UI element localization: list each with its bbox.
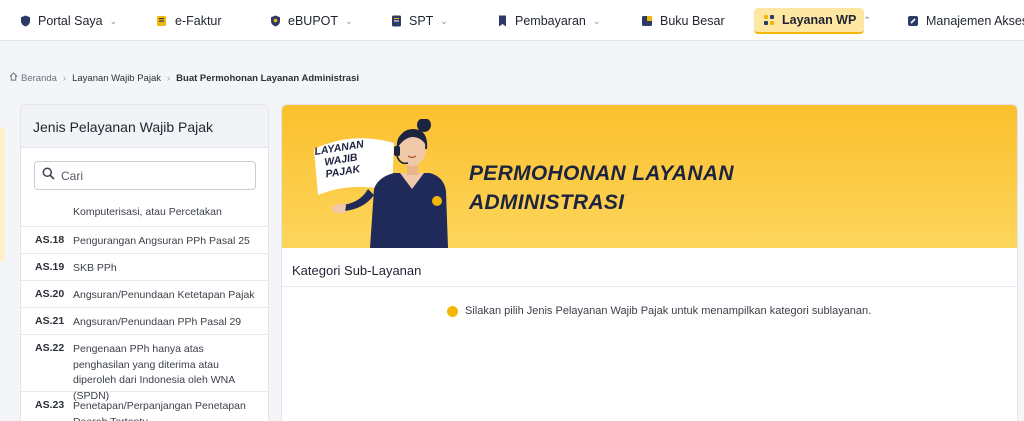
document-icon bbox=[390, 15, 402, 27]
list-item[interactable]: Komputerisasi, atau Percetakan bbox=[21, 197, 268, 227]
nav-buku-besar[interactable]: Buku Besar bbox=[632, 8, 734, 34]
info-text: Silakan pilih Jenis Pelayanan Wajib Paja… bbox=[465, 305, 872, 317]
panel-title: Jenis Pelayanan Wajib Pajak bbox=[21, 105, 268, 148]
search-icon bbox=[42, 167, 55, 185]
service-list: Komputerisasi, atau Percetakan AS.18 Pen… bbox=[21, 197, 268, 421]
chevron-down-icon: ⌄ bbox=[109, 15, 118, 26]
info-icon bbox=[447, 305, 458, 317]
service-type-panel: Jenis Pelayanan Wajib Pajak Komputerisas… bbox=[20, 104, 269, 421]
banner-title-line: ADMINISTRASI bbox=[469, 191, 625, 214]
nav-e-faktur[interactable]: e-Faktur bbox=[147, 8, 231, 34]
breadcrumb-current: Buat Permohonan Layanan Administrasi bbox=[176, 72, 359, 84]
bookmark-icon bbox=[496, 15, 508, 27]
search-input[interactable] bbox=[61, 168, 241, 183]
top-navigation: Portal Saya ⌄ e-Faktur eBUPOT ⌄ SPT ⌄ Pe… bbox=[0, 0, 1024, 41]
breadcrumb-layanan-wp[interactable]: Layanan Wajib Pajak bbox=[72, 73, 161, 84]
nav-label: eBUPOT bbox=[288, 14, 339, 28]
service-name: Penetapan/Perpanjangan Penetapan Daerah … bbox=[73, 400, 246, 421]
service-name: Pengenaan PPh hanya atas penghasilan yan… bbox=[73, 343, 235, 402]
nav-portal-saya[interactable]: Portal Saya ⌄ bbox=[10, 8, 126, 34]
search-field[interactable] bbox=[34, 161, 256, 190]
list-item[interactable]: AS.23 Penetapan/Perpanjangan Penetapan D… bbox=[21, 392, 268, 421]
service-code: AS.18 bbox=[35, 234, 65, 246]
service-name: Angsuran/Penundaan PPh Pasal 29 bbox=[73, 316, 242, 328]
receipt-icon bbox=[156, 15, 168, 27]
banner-title: PERMOHONAN LAYANAN ADMINISTRASI bbox=[469, 159, 734, 217]
grid-icon bbox=[763, 14, 775, 26]
hero-banner: LAYANAN WAJIB PAJAK PERMOHONAN LAYANAN A… bbox=[282, 105, 1017, 248]
service-code: AS.19 bbox=[35, 261, 65, 273]
service-code: AS.23 bbox=[35, 399, 65, 411]
shield-icon bbox=[19, 15, 31, 27]
nav-spt[interactable]: SPT ⌄ bbox=[381, 8, 457, 34]
nav-pembayaran[interactable]: Pembayaran ⌄ bbox=[487, 8, 609, 34]
nav-label: Pembayaran bbox=[515, 14, 586, 28]
service-code: AS.20 bbox=[35, 288, 65, 300]
nav-manajemen-akses[interactable]: Manajemen Akses bbox=[898, 8, 1024, 34]
nav-ebupot[interactable]: eBUPOT ⌄ bbox=[260, 8, 362, 34]
nav-layanan-wp[interactable]: Layanan WP ⌃ bbox=[754, 8, 871, 34]
section-title: Kategori Sub-Layanan bbox=[292, 263, 422, 278]
chevron-down-icon: ⌄ bbox=[345, 15, 353, 26]
nav-label: Portal Saya bbox=[38, 14, 103, 28]
service-code: AS.22 bbox=[35, 342, 65, 354]
chevron-right-icon: › bbox=[167, 72, 171, 84]
main-panel: LAYANAN WAJIB PAJAK PERMOHONAN LAYANAN A… bbox=[281, 104, 1018, 421]
service-name: Komputerisasi, atau Percetakan bbox=[73, 206, 222, 218]
service-code: AS.21 bbox=[35, 315, 65, 327]
chevron-down-icon: ⌄ bbox=[440, 15, 448, 26]
chevron-down-icon: ⌄ bbox=[592, 15, 601, 26]
list-item[interactable]: AS.21 Angsuran/Penundaan PPh Pasal 29 bbox=[21, 308, 268, 335]
chevron-right-icon: › bbox=[62, 72, 67, 84]
list-item[interactable]: AS.19 SKB PPh bbox=[21, 254, 268, 281]
service-name: SKB PPh bbox=[73, 262, 117, 274]
nav-label: Layanan WP bbox=[782, 13, 857, 27]
chevron-up-icon: ⌃ bbox=[863, 14, 871, 25]
empty-state-message: Silakan pilih Jenis Pelayanan Wajib Paja… bbox=[447, 305, 871, 317]
key-icon bbox=[907, 15, 919, 27]
shield-icon bbox=[269, 15, 281, 27]
nav-label: Manajemen Akses bbox=[926, 14, 1024, 28]
divider bbox=[282, 286, 1017, 287]
nav-label: SPT bbox=[409, 14, 434, 28]
service-name: Angsuran/Penundaan Ketetapan Pajak bbox=[73, 289, 255, 301]
breadcrumb: Beranda › Layanan Wajib Pajak › Buat Per… bbox=[9, 72, 359, 84]
list-item[interactable]: AS.18 Pengurangan Angsuran PPh Pasal 25 bbox=[21, 227, 268, 254]
collapsed-side-panel bbox=[0, 127, 5, 262]
customer-service-illustration bbox=[314, 119, 448, 248]
banner-title-line: PERMOHONAN LAYANAN bbox=[469, 162, 734, 185]
home-icon bbox=[9, 72, 18, 84]
nav-label: Buku Besar bbox=[660, 14, 725, 28]
service-name: Pengurangan Angsuran PPh Pasal 25 bbox=[73, 235, 250, 247]
nav-label: e-Faktur bbox=[175, 14, 222, 28]
breadcrumb-home[interactable]: Beranda bbox=[21, 73, 57, 84]
list-item[interactable]: AS.22 Pengenaan PPh hanya atas penghasil… bbox=[21, 335, 268, 402]
list-item[interactable]: AS.20 Angsuran/Penundaan Ketetapan Pajak bbox=[21, 281, 268, 308]
ledger-icon bbox=[641, 15, 653, 27]
